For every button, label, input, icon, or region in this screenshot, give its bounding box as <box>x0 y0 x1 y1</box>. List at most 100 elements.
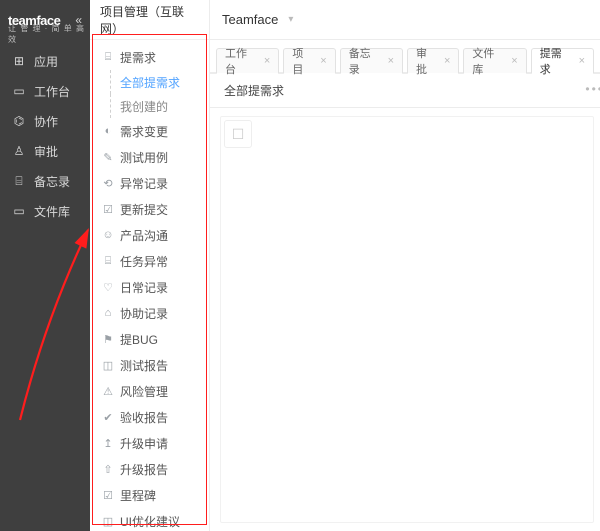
panel-list: ⌸ 提需求全部提需求我创建的 ◐ 需求变更 ✎测试用例⟲异常记录☑更新提交☺产品沟通 ⌸ 任… <box>90 40 209 531</box>
sidebar-item-label: 备忘录 <box>34 173 70 190</box>
sidebar-item-label: 文件库 <box>34 203 70 220</box>
panel-item-14[interactable]: ☑ 里程碑 <box>90 482 209 508</box>
panel-sub-item-1[interactable]: 我创建的 <box>90 94 209 118</box>
app-dropdown-icon[interactable]: ▾ <box>288 14 293 25</box>
panel-item-icon: ☑ <box>102 489 114 502</box>
tab-close-icon[interactable]: × <box>444 55 450 67</box>
content-frame <box>220 116 594 523</box>
empty-card-placeholder[interactable]: ☐ <box>224 120 252 148</box>
panel-item-6[interactable]: ♡ 日常记录 <box>90 274 209 300</box>
tab-bar: 工作台×项目×备忘录×审批×文件库×提需求× <box>210 40 600 74</box>
panel-item-icon: ◫ <box>102 515 114 528</box>
tab-close-icon[interactable]: × <box>320 55 326 67</box>
panel-item-label: 需求变更 <box>120 123 168 140</box>
panel-item-label: 风险管理 <box>120 383 168 400</box>
panel-item-8[interactable]: ⚑提BUG <box>90 326 209 352</box>
sidebar-item-icon: ▭ <box>12 84 26 98</box>
panel-item-icon: ↥ <box>102 437 114 450</box>
tab-close-icon[interactable]: × <box>264 55 270 67</box>
sidebar-item-icon: ⌸ <box>12 174 26 189</box>
placeholder-icon: ☐ <box>232 126 245 143</box>
tab-5[interactable]: 提需求× <box>531 48 594 74</box>
panel-item-label: 测试报告 <box>120 357 168 374</box>
panel-item-12[interactable]: ↥ 升级申请 <box>90 430 209 456</box>
panel-item-icon: ⌸ <box>102 255 114 268</box>
sidebar-item-5[interactable]: ▭ 文件库 <box>0 196 90 226</box>
main-area: Teamface ▾ 工作台×项目×备忘录×审批×文件库×提需求× 全部提需求 … <box>210 0 600 531</box>
tab-close-icon[interactable]: × <box>579 55 585 67</box>
tab-close-icon[interactable]: × <box>511 55 517 67</box>
tab-0[interactable]: 工作台 × <box>216 48 279 74</box>
panel-item-icon: ◐ <box>102 125 114 137</box>
panel-item-10[interactable]: ⚠ 风险管理 <box>90 378 209 404</box>
sidebar-items: ⊞ 应用 ▭ 工作台 ⌬协作 ♙ 审批 ⌸ 备忘录 ▭ 文件库 <box>0 40 90 226</box>
sidebar-item-label: 审批 <box>34 143 58 160</box>
tab-label: 工作台 <box>225 45 258 77</box>
tab-label: 项目 <box>292 45 314 77</box>
brand-tagline: 让 管 理 · 简 单 高 效 <box>8 23 90 45</box>
tab-label: 审批 <box>416 45 438 77</box>
panel-item-label: 协助记录 <box>120 305 168 322</box>
main-sidebar: teamface 让 管 理 · 简 单 高 效 « ⊞ 应用 ▭ 工作台 ⌬协作 ♙ 审批… <box>0 0 90 531</box>
tab-3[interactable]: 审批 × <box>407 48 459 74</box>
panel-item-icon: ♡ <box>102 281 114 294</box>
brand-block: teamface 让 管 理 · 简 单 高 效 « <box>0 0 90 40</box>
panel-title: 项目管理（互联网） <box>90 0 209 40</box>
panel-item-13[interactable]: ⇧升级报告 <box>90 456 209 482</box>
tab-close-icon[interactable]: × <box>388 55 394 67</box>
sidebar-item-0[interactable]: ⊞ 应用 <box>0 46 90 76</box>
sidebar-item-icon: ♙ <box>12 144 26 158</box>
panel-root-item[interactable]: ⌸ 提需求 <box>90 44 209 70</box>
panel-item-2[interactable]: ⟲异常记录 <box>90 170 209 196</box>
panel-item-icon: ☺ <box>102 229 114 241</box>
panel-item-icon: ⚠ <box>102 385 114 398</box>
sidebar-item-icon: ⌬ <box>12 114 26 128</box>
panel-item-11[interactable]: ✔ 验收报告 <box>90 404 209 430</box>
content-area: ☐ ••• <box>210 108 600 531</box>
panel-sub-item-0[interactable]: 全部提需求 <box>90 70 209 94</box>
sidebar-item-icon: ⊞ <box>12 54 26 68</box>
panel-item-icon: ✔ <box>102 411 114 424</box>
tab-2[interactable]: 备忘录 × <box>340 48 403 74</box>
topbar: Teamface ▾ <box>210 0 600 40</box>
tab-4[interactable]: 文件库 × <box>463 48 526 74</box>
subheader-title: 全部提需求 <box>224 82 284 99</box>
panel-item-3[interactable]: ☑更新提交 <box>90 196 209 222</box>
panel-item-label: 升级报告 <box>120 461 168 478</box>
panel-item-label: UI优化建议 <box>120 513 180 530</box>
panel-item-1[interactable]: ✎测试用例 <box>90 144 209 170</box>
panel-item-label: 升级申请 <box>120 435 168 452</box>
sidebar-item-label: 工作台 <box>34 83 70 100</box>
panel-item-label: 任务异常 <box>120 253 168 270</box>
panel-item-4[interactable]: ☺产品沟通 <box>90 222 209 248</box>
content-subheader: 全部提需求 <box>210 74 600 108</box>
panel-item-icon: ◫ <box>102 359 114 372</box>
panel-item-15[interactable]: ◫ UI优化建议 <box>90 508 209 531</box>
tab-label: 文件库 <box>472 45 505 77</box>
app-root: teamface 让 管 理 · 简 单 高 效 « ⊞ 应用 ▭ 工作台 ⌬协作 ♙ 审批… <box>0 0 600 531</box>
content-more-icon[interactable]: ••• <box>585 82 600 96</box>
panel-item-0[interactable]: ◐ 需求变更 <box>90 118 209 144</box>
panel-item-5[interactable]: ⌸ 任务异常 <box>90 248 209 274</box>
sidebar-item-2[interactable]: ⌬协作 <box>0 106 90 136</box>
sidebar-item-label: 应用 <box>34 53 58 70</box>
panel-item-9[interactable]: ◫ 测试报告 <box>90 352 209 378</box>
panel-item-label: 测试用例 <box>120 149 168 166</box>
tab-1[interactable]: 项目 × <box>283 48 335 74</box>
panel-item-label: 提BUG <box>120 331 158 348</box>
project-panel: 项目管理（互联网） ⌸ 提需求全部提需求我创建的 ◐ 需求变更 ✎测试用例⟲异常记录☑更… <box>90 0 210 531</box>
panel-item-label: 日常记录 <box>120 279 168 296</box>
panel-item-label: 提需求 <box>120 49 156 66</box>
panel-item-icon: ⌸ <box>102 51 114 64</box>
panel-item-icon: ☑ <box>102 203 114 216</box>
panel-item-label: 验收报告 <box>120 409 168 426</box>
sidebar-item-4[interactable]: ⌸ 备忘录 <box>0 166 90 196</box>
panel-item-7[interactable]: ⌂协助记录 <box>90 300 209 326</box>
sidebar-item-3[interactable]: ♙ 审批 <box>0 136 90 166</box>
panel-item-icon: ⟲ <box>102 177 114 190</box>
sidebar-item-icon: ▭ <box>12 204 26 218</box>
tab-label: 备忘录 <box>349 45 382 77</box>
app-title: Teamface <box>222 12 278 27</box>
panel-item-label: 里程碑 <box>120 487 156 504</box>
sidebar-item-1[interactable]: ▭ 工作台 <box>0 76 90 106</box>
